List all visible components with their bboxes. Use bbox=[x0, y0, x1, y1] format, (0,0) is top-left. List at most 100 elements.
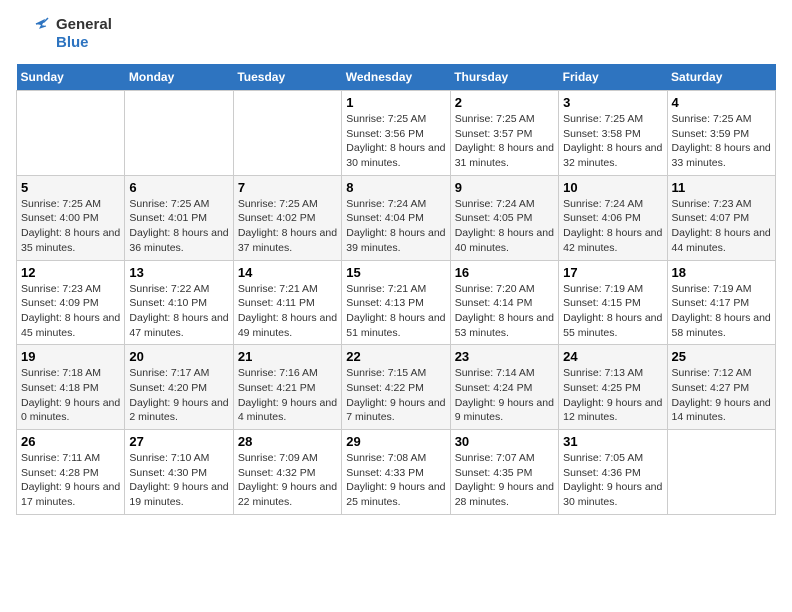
day-info: Sunrise: 7:24 AMSunset: 4:05 PMDaylight:… bbox=[455, 197, 554, 256]
calendar-day-cell: 2 Sunrise: 7:25 AMSunset: 3:57 PMDaylight… bbox=[450, 91, 558, 176]
day-number: 7 bbox=[238, 180, 337, 195]
logo-blue-text: Blue bbox=[56, 34, 89, 51]
day-info: Sunrise: 7:23 AMSunset: 4:07 PMDaylight:… bbox=[672, 197, 771, 256]
calendar-week-row: 5Sunrise: 7:25 AMSunset: 4:00 PMDaylight… bbox=[17, 175, 776, 260]
day-info: Sunrise: 7:19 AMSunset: 4:17 PMDaylight:… bbox=[672, 282, 771, 341]
calendar-day-cell: 15 Sunrise: 7:21 AMSunset: 4:13 PMDayligh… bbox=[342, 260, 450, 345]
logo-bird-icon bbox=[16, 16, 52, 52]
day-info: Sunrise: 7:22 AMSunset: 4:10 PMDaylight:… bbox=[129, 282, 228, 341]
day-number: 12 bbox=[21, 265, 120, 280]
day-number: 15 bbox=[346, 265, 445, 280]
calendar-day-cell: 1 Sunrise: 7:25 AMSunset: 3:56 PMDaylight… bbox=[342, 91, 450, 176]
calendar-day-cell: 14 Sunrise: 7:21 AMSunset: 4:11 PMDayligh… bbox=[233, 260, 341, 345]
calendar-day-cell: 25 Sunrise: 7:12 AMSunset: 4:27 PMDayligh… bbox=[667, 345, 775, 430]
calendar-day-cell: 27 Sunrise: 7:10 AMSunset: 4:30 PMDayligh… bbox=[125, 430, 233, 515]
page-header: General Blue bbox=[16, 16, 776, 52]
day-info: Sunrise: 7:23 AMSunset: 4:09 PMDaylight:… bbox=[21, 282, 120, 341]
calendar-day-cell: 11 Sunrise: 7:23 AMSunset: 4:07 PMDayligh… bbox=[667, 175, 775, 260]
logo: General Blue bbox=[16, 16, 112, 52]
day-number: 18 bbox=[672, 265, 771, 280]
day-number: 2 bbox=[455, 95, 554, 110]
calendar-day-cell: 29 Sunrise: 7:08 AMSunset: 4:33 PMDayligh… bbox=[342, 430, 450, 515]
day-number: 26 bbox=[21, 434, 120, 449]
weekday-header-friday: Friday bbox=[559, 64, 667, 91]
calendar-day-cell: 24 Sunrise: 7:13 AMSunset: 4:25 PMDayligh… bbox=[559, 345, 667, 430]
day-number: 25 bbox=[672, 349, 771, 364]
day-info: Sunrise: 7:21 AMSunset: 4:13 PMDaylight:… bbox=[346, 282, 445, 341]
calendar-day-cell: 4 Sunrise: 7:25 AMSunset: 3:59 PMDaylight… bbox=[667, 91, 775, 176]
day-number: 28 bbox=[238, 434, 337, 449]
day-number: 31 bbox=[563, 434, 662, 449]
calendar-day-cell: 7 Sunrise: 7:25 AMSunset: 4:02 PMDaylight… bbox=[233, 175, 341, 260]
day-info: Sunrise: 7:25 AMSunset: 3:56 PMDaylight:… bbox=[346, 112, 445, 171]
day-info: Sunrise: 7:16 AMSunset: 4:21 PMDaylight:… bbox=[238, 366, 337, 425]
day-number: 21 bbox=[238, 349, 337, 364]
calendar-day-cell: 13 Sunrise: 7:22 AMSunset: 4:10 PMDayligh… bbox=[125, 260, 233, 345]
day-number: 27 bbox=[129, 434, 228, 449]
day-info: Sunrise: 7:25 AMSunset: 3:57 PMDaylight:… bbox=[455, 112, 554, 171]
calendar-week-row: 19Sunrise: 7:18 AMSunset: 4:18 PMDayligh… bbox=[17, 345, 776, 430]
weekday-header-wednesday: Wednesday bbox=[342, 64, 450, 91]
weekday-header-row: SundayMondayTuesdayWednesdayThursdayFrid… bbox=[17, 64, 776, 91]
calendar-day-cell: 19Sunrise: 7:18 AMSunset: 4:18 PMDayligh… bbox=[17, 345, 125, 430]
day-info: Sunrise: 7:25 AMSunset: 4:02 PMDaylight:… bbox=[238, 197, 337, 256]
calendar-day-cell: 17 Sunrise: 7:19 AMSunset: 4:15 PMDayligh… bbox=[559, 260, 667, 345]
calendar-day-cell: 23 Sunrise: 7:14 AMSunset: 4:24 PMDayligh… bbox=[450, 345, 558, 430]
day-info: Sunrise: 7:19 AMSunset: 4:15 PMDaylight:… bbox=[563, 282, 662, 341]
weekday-header-thursday: Thursday bbox=[450, 64, 558, 91]
calendar-day-cell: 16Sunrise: 7:20 AMSunset: 4:14 PMDayligh… bbox=[450, 260, 558, 345]
day-info: Sunrise: 7:25 AMSunset: 3:58 PMDaylight:… bbox=[563, 112, 662, 171]
calendar-empty-cell bbox=[17, 91, 125, 176]
day-number: 23 bbox=[455, 349, 554, 364]
calendar-week-row: 1 Sunrise: 7:25 AMSunset: 3:56 PMDaylight… bbox=[17, 91, 776, 176]
day-number: 4 bbox=[672, 95, 771, 110]
calendar-day-cell: 8Sunrise: 7:24 AMSunset: 4:04 PMDaylight… bbox=[342, 175, 450, 260]
calendar-week-row: 26 Sunrise: 7:11 AMSunset: 4:28 PMDayligh… bbox=[17, 430, 776, 515]
day-number: 8 bbox=[346, 180, 445, 195]
calendar-day-cell: 21 Sunrise: 7:16 AMSunset: 4:21 PMDayligh… bbox=[233, 345, 341, 430]
day-info: Sunrise: 7:12 AMSunset: 4:27 PMDaylight:… bbox=[672, 366, 771, 425]
day-info: Sunrise: 7:21 AMSunset: 4:11 PMDaylight:… bbox=[238, 282, 337, 341]
day-info: Sunrise: 7:10 AMSunset: 4:30 PMDaylight:… bbox=[129, 451, 228, 510]
day-number: 10 bbox=[563, 180, 662, 195]
day-info: Sunrise: 7:24 AMSunset: 4:06 PMDaylight:… bbox=[563, 197, 662, 256]
day-info: Sunrise: 7:25 AMSunset: 3:59 PMDaylight:… bbox=[672, 112, 771, 171]
calendar-empty-cell bbox=[233, 91, 341, 176]
calendar-day-cell: 26 Sunrise: 7:11 AMSunset: 4:28 PMDayligh… bbox=[17, 430, 125, 515]
day-number: 29 bbox=[346, 434, 445, 449]
day-info: Sunrise: 7:14 AMSunset: 4:24 PMDaylight:… bbox=[455, 366, 554, 425]
day-number: 24 bbox=[563, 349, 662, 364]
day-number: 16 bbox=[455, 265, 554, 280]
calendar-empty-cell bbox=[667, 430, 775, 515]
day-number: 14 bbox=[238, 265, 337, 280]
day-number: 1 bbox=[346, 95, 445, 110]
day-info: Sunrise: 7:05 AMSunset: 4:36 PMDaylight:… bbox=[563, 451, 662, 510]
day-number: 11 bbox=[672, 180, 771, 195]
calendar-day-cell: 5Sunrise: 7:25 AMSunset: 4:00 PMDaylight… bbox=[17, 175, 125, 260]
weekday-header-monday: Monday bbox=[125, 64, 233, 91]
day-number: 13 bbox=[129, 265, 228, 280]
day-number: 22 bbox=[346, 349, 445, 364]
day-info: Sunrise: 7:11 AMSunset: 4:28 PMDaylight:… bbox=[21, 451, 120, 510]
calendar-day-cell: 22Sunrise: 7:15 AMSunset: 4:22 PMDayligh… bbox=[342, 345, 450, 430]
day-info: Sunrise: 7:08 AMSunset: 4:33 PMDaylight:… bbox=[346, 451, 445, 510]
day-number: 9 bbox=[455, 180, 554, 195]
calendar-table: SundayMondayTuesdayWednesdayThursdayFrid… bbox=[16, 64, 776, 515]
day-number: 17 bbox=[563, 265, 662, 280]
day-number: 3 bbox=[563, 95, 662, 110]
day-number: 6 bbox=[129, 180, 228, 195]
day-info: Sunrise: 7:13 AMSunset: 4:25 PMDaylight:… bbox=[563, 366, 662, 425]
day-number: 20 bbox=[129, 349, 228, 364]
day-info: Sunrise: 7:25 AMSunset: 4:01 PMDaylight:… bbox=[129, 197, 228, 256]
calendar-day-cell: 9 Sunrise: 7:24 AMSunset: 4:05 PMDaylight… bbox=[450, 175, 558, 260]
calendar-day-cell: 12 Sunrise: 7:23 AMSunset: 4:09 PMDayligh… bbox=[17, 260, 125, 345]
weekday-header-sunday: Sunday bbox=[17, 64, 125, 91]
day-info: Sunrise: 7:25 AMSunset: 4:00 PMDaylight:… bbox=[21, 197, 120, 256]
calendar-day-cell: 28Sunrise: 7:09 AMSunset: 4:32 PMDayligh… bbox=[233, 430, 341, 515]
calendar-day-cell: 10 Sunrise: 7:24 AMSunset: 4:06 PMDayligh… bbox=[559, 175, 667, 260]
day-number: 19 bbox=[21, 349, 120, 364]
day-info: Sunrise: 7:17 AMSunset: 4:20 PMDaylight:… bbox=[129, 366, 228, 425]
logo-general-text: General bbox=[56, 16, 112, 33]
calendar-day-cell: 3 Sunrise: 7:25 AMSunset: 3:58 PMDaylight… bbox=[559, 91, 667, 176]
calendar-day-cell: 20 Sunrise: 7:17 AMSunset: 4:20 PMDayligh… bbox=[125, 345, 233, 430]
